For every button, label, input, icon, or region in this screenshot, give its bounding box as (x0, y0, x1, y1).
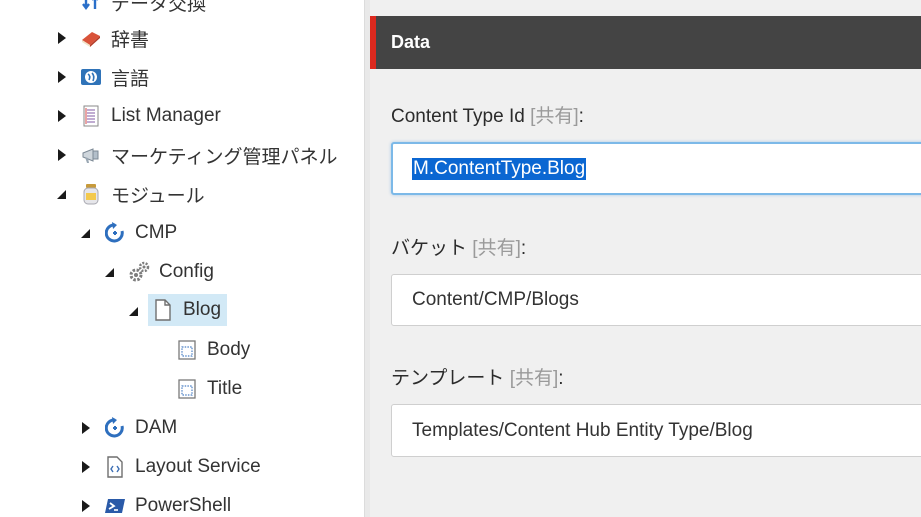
globe-language-icon (80, 66, 102, 88)
dictionary-book-icon (80, 27, 102, 49)
template-field-icon (176, 378, 198, 400)
field-label-template: テンプレート [共有]: (391, 368, 564, 389)
tree-item-modules[interactable]: モジュール (80, 179, 205, 209)
bucket-value: Content/CMP/Blogs (412, 289, 579, 310)
tree-item-title[interactable]: Title (176, 374, 242, 404)
shared-marker: [共有] (530, 106, 579, 127)
collapse-toggle[interactable] (128, 305, 140, 317)
template-value: Templates/Content Hub Entity Type/Blog (412, 419, 753, 441)
content-editor: Data Content Type Id [共有]: M.ContentType… (370, 0, 921, 517)
megaphone-icon (80, 144, 102, 166)
selected-text: M.ContentType.Blog (412, 157, 587, 180)
gears-icon (128, 261, 150, 283)
expand-toggle[interactable] (80, 461, 92, 473)
field-label-content-type-id: Content Type Id [共有]: (391, 106, 584, 127)
expand-toggle[interactable] (56, 71, 68, 83)
layout-code-icon (104, 456, 126, 478)
field-label-bucket: バケット [共有]: (391, 238, 527, 259)
expand-toggle[interactable] (56, 32, 68, 44)
collapse-toggle[interactable] (56, 188, 68, 200)
tree-item-cmp[interactable]: CMP (104, 218, 177, 248)
tree-item-dam[interactable]: DAM (104, 413, 177, 443)
expand-toggle[interactable] (56, 149, 68, 161)
powershell-icon (104, 495, 126, 517)
shared-marker: [共有] (509, 368, 559, 389)
shared-marker: [共有] (472, 238, 521, 259)
sync-icon (104, 222, 126, 244)
template-input[interactable]: Templates/Content Hub Entity Type/Blog (391, 404, 921, 457)
section-header-data[interactable]: Data (370, 16, 921, 69)
section-title: Data (391, 32, 431, 52)
tree-item-layout-service[interactable]: Layout Service (104, 452, 261, 482)
content-tree: データ交換 辞書 言語 List Manager マーケティング管理パネル モジ… (0, 0, 364, 517)
bucket-input[interactable]: Content/CMP/Blogs (391, 274, 921, 326)
tree-item-dictionary[interactable]: 辞書 (80, 23, 149, 53)
tree-item-list-manager[interactable]: List Manager (80, 101, 221, 131)
tree-item-blog[interactable]: Blog (148, 294, 228, 326)
data-exchange-icon (80, 0, 102, 13)
collapse-toggle[interactable] (80, 227, 92, 239)
template-field-icon (176, 339, 198, 361)
sync-icon (104, 417, 126, 439)
list-manager-icon (80, 105, 102, 127)
tree-item-data-exchange[interactable]: データ交換 (80, 0, 206, 17)
tree-item-marketing-control-panel[interactable]: マーケティング管理パネル (80, 140, 337, 170)
expand-toggle[interactable] (80, 500, 92, 512)
tree-item-powershell[interactable]: PowerShell (104, 491, 231, 517)
tree-item-body[interactable]: Body (176, 335, 250, 365)
expand-toggle[interactable] (80, 422, 92, 434)
document-icon (152, 299, 174, 321)
tree-item-config[interactable]: Config (128, 257, 214, 287)
collapse-toggle[interactable] (104, 266, 116, 278)
jar-icon (80, 183, 102, 205)
content-type-id-input[interactable]: M.ContentType.Blog (391, 142, 921, 195)
section-accent-bar (370, 16, 376, 69)
tree-item-language[interactable]: 言語 (80, 62, 149, 92)
expand-toggle[interactable] (56, 110, 68, 122)
